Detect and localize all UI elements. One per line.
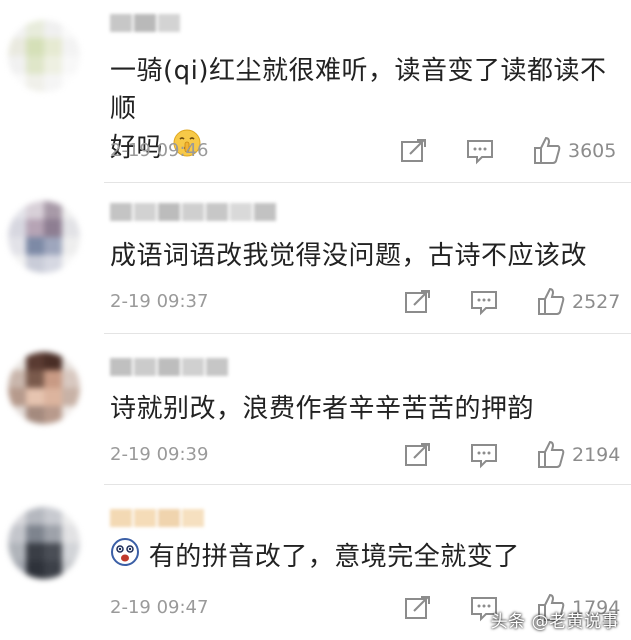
watermark: 头条 @老黄说事 xyxy=(490,612,619,632)
thumbs-up-icon[interactable] xyxy=(536,439,566,473)
comment-text-line: 一骑(qi)红尘就很难听，读音变了读都读不顺 xyxy=(110,56,607,124)
username-redacted[interactable] xyxy=(110,14,182,32)
scared-face-emoji xyxy=(110,537,140,578)
comment-item: 成语词语改我觉得没问题，古诗不应该改 2-19 09:37 2527 xyxy=(0,183,631,333)
comment-item: 诗就别改，浪费作者辛辛苦苦的押韵 2-19 09:39 2194 xyxy=(0,334,631,484)
avatar[interactable] xyxy=(8,352,80,424)
comment-text-line: 成语词语改我觉得没问题，古诗不应该改 xyxy=(110,241,588,271)
comment-text-line: 有的拼音改了，意境完全就变了 xyxy=(148,542,520,572)
comment-timestamp: 2-19 09:37 xyxy=(110,291,209,312)
comment-text-line: 诗就别改，浪费作者辛辛苦苦的押韵 xyxy=(110,394,535,424)
comment-timestamp: 2-19 09:47 xyxy=(110,597,209,618)
avatar[interactable] xyxy=(8,201,80,273)
comment-feed: { "comments": [ { "text_lines": ["一骑(qi)… xyxy=(0,0,631,640)
share-icon[interactable] xyxy=(404,595,432,625)
username-redacted[interactable] xyxy=(110,203,278,221)
like-count: 2527 xyxy=(572,291,621,313)
comment-icon[interactable] xyxy=(470,443,498,473)
share-icon[interactable] xyxy=(404,442,432,472)
like-count: 2194 xyxy=(572,444,621,466)
username-redacted[interactable] xyxy=(110,509,206,527)
username-redacted[interactable] xyxy=(110,358,230,376)
comment-text: 诗就别改，浪费作者辛辛苦苦的押韵 xyxy=(110,390,620,428)
comment-text: 成语词语改我觉得没问题，古诗不应该改 xyxy=(110,237,620,275)
share-icon[interactable] xyxy=(400,138,428,168)
like-count: 3605 xyxy=(568,140,617,162)
comment-icon[interactable] xyxy=(470,290,498,320)
comment-timestamp: 2-19 09:39 xyxy=(110,444,209,465)
avatar[interactable] xyxy=(8,20,80,92)
thumbs-up-icon[interactable] xyxy=(536,286,566,320)
comment-text: 有的拼音改了，意境完全就变了 xyxy=(110,537,620,578)
comment-timestamp: 2-19 09:46 xyxy=(110,140,209,161)
comment-icon[interactable] xyxy=(466,139,494,169)
comment-item: 一骑(qi)红尘就很难听，读音变了读都读不顺 好吗 2-19 09:46 360… xyxy=(0,0,631,182)
share-icon[interactable] xyxy=(404,289,432,319)
thumbs-up-icon[interactable] xyxy=(532,135,562,169)
avatar[interactable] xyxy=(8,507,80,579)
